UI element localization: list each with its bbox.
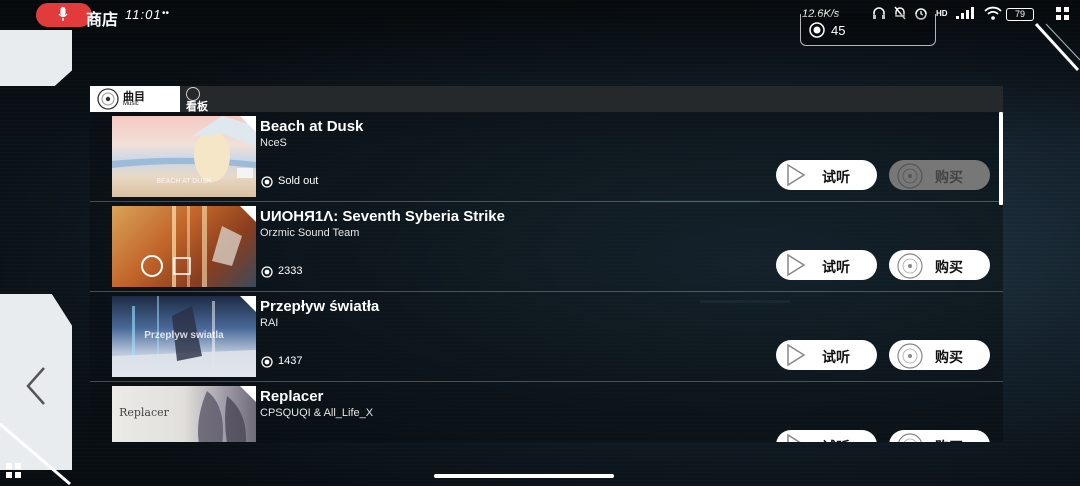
buy-button-label: 购买: [935, 349, 963, 365]
song-cover: Przeplyw swiatla: [112, 296, 256, 377]
list-scrollbar[interactable]: [999, 112, 1003, 205]
song-list[interactable]: BEACH AT DUSK Beach at Dusk NceS Sold ou…: [90, 112, 1003, 442]
cover-corner-mark: [240, 116, 256, 132]
song-artist: RAI: [260, 317, 279, 329]
listen-button-label: 试听: [822, 169, 850, 185]
vinyl-disc-icon: [897, 253, 923, 279]
song-artist: NceS: [260, 137, 287, 149]
currency-display: 45: [800, 14, 936, 46]
song-cover: BEACH AT DUSK: [112, 116, 256, 197]
listen-button-label: 试听: [822, 349, 850, 365]
song-title: Przepływ światła: [260, 298, 380, 315]
song-title: Beach at Dusk: [260, 118, 364, 135]
currency-value: 45: [831, 23, 846, 38]
chevron-left-icon[interactable]: [22, 364, 50, 408]
listen-button[interactable]: 试听: [776, 160, 877, 190]
menu-grid-icon[interactable]: [1056, 7, 1070, 21]
play-triangle-icon: [787, 343, 806, 367]
tab-bar: 曲目 Music 看板: [90, 86, 1003, 113]
vinyl-disc-icon: [897, 163, 923, 189]
vinyl-disc-icon: [897, 343, 923, 369]
play-triangle-icon: [787, 433, 801, 442]
disc-icon: [261, 176, 273, 188]
cover-art: [141, 206, 242, 287]
buy-button-label: 购买: [935, 437, 963, 442]
grid-icon: [6, 463, 21, 478]
vinyl-disc-icon: [898, 433, 922, 442]
song-artist: Orzmic Sound Team: [260, 227, 360, 239]
song-title: UИOHЯ1Λ: Seventh Syberia Strike: [260, 208, 505, 225]
buy-button-label: 购买: [935, 169, 963, 185]
tab-board[interactable]: 看板: [186, 86, 236, 113]
cover-caption: BEACH AT DUSK: [156, 178, 212, 185]
cover-caption: Replacer: [119, 406, 169, 419]
play-triangle-icon: [787, 253, 806, 277]
tab-music-sublabel: Music: [123, 101, 139, 107]
listen-button[interactable]: 试听: [776, 340, 877, 370]
disc-icon: [809, 22, 825, 38]
buy-button[interactable]: 购买: [889, 430, 990, 442]
cover-corner-mark: [240, 386, 256, 402]
corner-stripe-decoration: [1034, 22, 1080, 72]
song-price: Sold out: [278, 175, 319, 187]
tab-music[interactable]: 曲目 Music: [90, 86, 180, 112]
listen-button-label: 试听: [822, 437, 850, 442]
clock: 11:01: [125, 7, 162, 22]
song-row[interactable]: Replacer Replacer CPSQUQI & All_Life_X 试…: [90, 382, 1003, 442]
corner-decoration: [0, 30, 72, 86]
buy-button-label: 购买: [935, 259, 963, 275]
disc-icon: [261, 266, 273, 278]
app-name: 商店: [86, 12, 119, 29]
home-indicator[interactable]: [434, 474, 614, 478]
song-row[interactable]: UИOHЯ1Λ: Seventh Syberia Strike Orzmic S…: [90, 202, 1003, 292]
play-triangle-icon: [787, 163, 806, 187]
buy-button[interactable]: 购买: [889, 250, 990, 280]
disc-icon: [97, 88, 119, 110]
microphone-icon: [58, 7, 68, 21]
song-price: 2333: [278, 265, 303, 277]
signal-icon: [955, 7, 974, 19]
cover-corner-mark: [240, 206, 256, 222]
hd-label: HD: [936, 8, 948, 18]
song-row[interactable]: Przeplyw swiatla Przepływ światła RAI 14…: [90, 292, 1003, 382]
cover-corner-mark: [240, 296, 256, 312]
song-cover: [112, 206, 256, 287]
buy-button[interactable]: 购买: [889, 340, 990, 370]
song-artist: CPSQUQI & All_Life_X: [260, 407, 374, 419]
notification-dots: ••: [162, 8, 170, 19]
disc-icon: [261, 356, 273, 368]
song-cover: Replacer: [112, 386, 256, 442]
battery-indicator: 79: [1006, 8, 1034, 21]
shop-panel: 曲目 Music 看板 BEACH AT DUSK Beach at Dusk …: [90, 86, 1003, 442]
wifi-icon: [983, 6, 1002, 20]
song-row[interactable]: BEACH AT DUSK Beach at Dusk NceS Sold ou…: [90, 112, 1003, 202]
listen-button-label: 试听: [822, 259, 850, 275]
listen-button[interactable]: 试听: [776, 250, 877, 280]
buy-button[interactable]: 购买: [889, 160, 990, 190]
song-price: 1437: [278, 355, 303, 367]
cover-caption: Przeplyw swiatla: [144, 330, 224, 341]
listen-button[interactable]: 试听: [776, 430, 877, 442]
song-title: Replacer: [260, 388, 324, 405]
